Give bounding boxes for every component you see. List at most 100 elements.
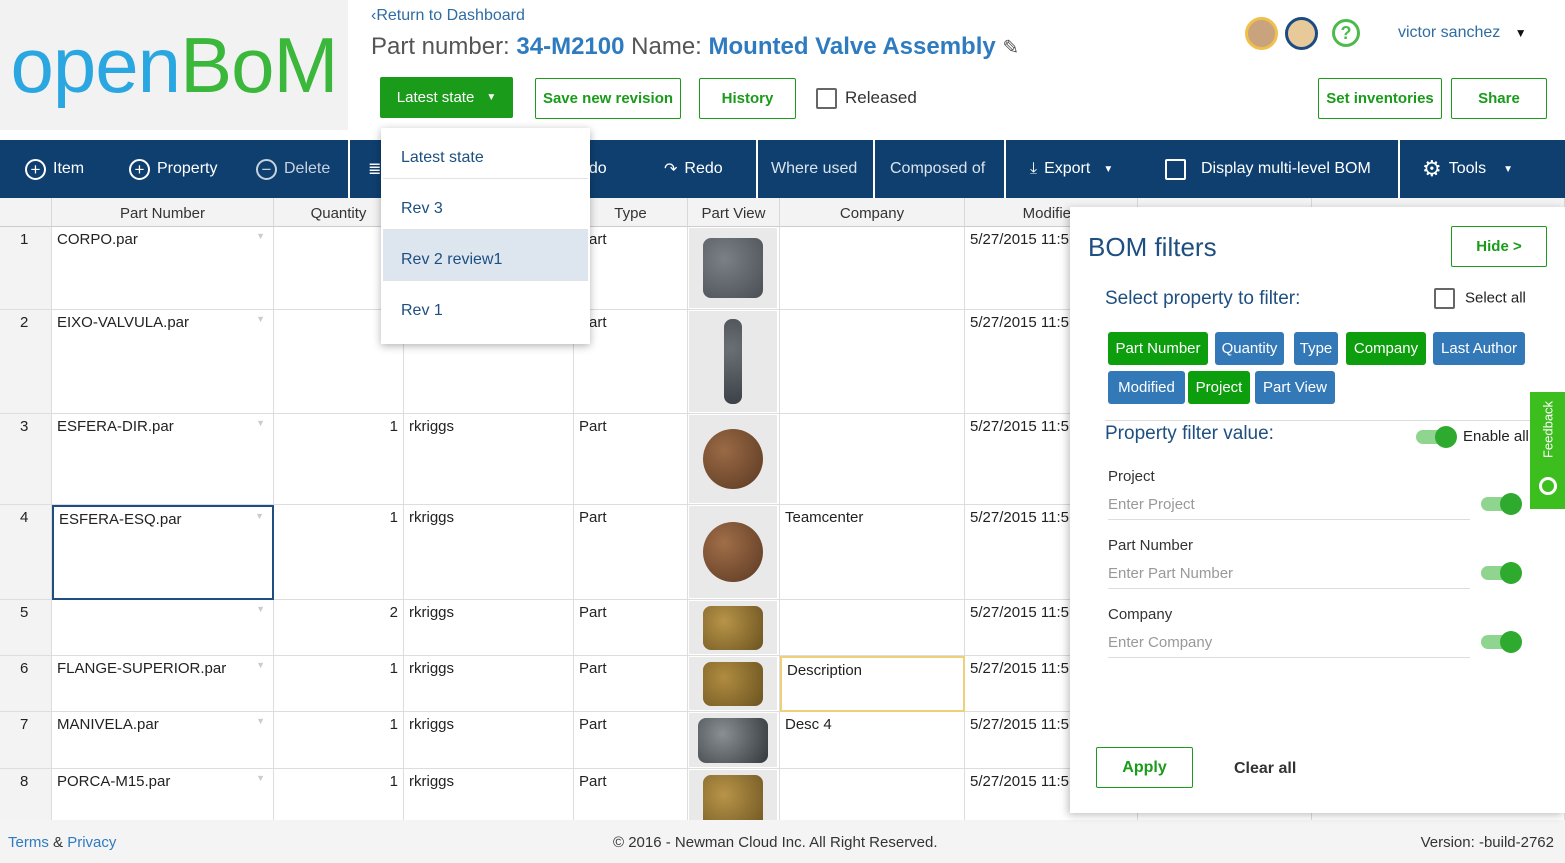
- dropdown-arrow-icon[interactable]: ▼: [255, 511, 264, 521]
- quantity-cell[interactable]: 1: [274, 414, 404, 505]
- menu-item-rev-3[interactable]: Rev 3: [383, 179, 588, 230]
- tools-button[interactable]: ⚙ Tools ▼: [1422, 140, 1513, 198]
- dropdown-arrow-icon[interactable]: ▼: [256, 716, 265, 726]
- last-author-cell[interactable]: rkriggs: [404, 769, 574, 820]
- filter-chip-type[interactable]: Type: [1294, 332, 1338, 365]
- part-number-cell[interactable]: CORPO.par ▼: [52, 227, 274, 310]
- last-author-cell[interactable]: rkriggs: [404, 712, 574, 769]
- type-cell[interactable]: Part: [574, 414, 688, 505]
- column-header-company[interactable]: Company: [780, 198, 965, 227]
- type-cell[interactable]: Part: [574, 310, 688, 414]
- where-used-button[interactable]: Where used: [771, 140, 857, 198]
- part-number-cell[interactable]: MANIVELA.par ▼: [52, 712, 274, 769]
- column-header-part-view[interactable]: Part View: [688, 198, 780, 227]
- type-cell[interactable]: Part: [574, 656, 688, 712]
- filter-chip-project[interactable]: Project: [1188, 371, 1250, 404]
- dropdown-arrow-icon[interactable]: ▼: [256, 418, 265, 428]
- type-cell[interactable]: Part: [574, 505, 688, 600]
- last-author-cell[interactable]: rkriggs: [404, 505, 574, 600]
- quantity-cell[interactable]: 1: [274, 769, 404, 820]
- dropdown-arrow-icon[interactable]: ▼: [256, 314, 265, 324]
- filter-chip-quantity[interactable]: Quantity: [1215, 332, 1284, 365]
- enable-all-toggle[interactable]: [1416, 426, 1457, 448]
- column-header-part-number[interactable]: Part Number: [52, 198, 274, 227]
- company-cell[interactable]: Teamcenter: [780, 505, 965, 600]
- multi-level-bom-checkbox[interactable]: Display multi-level BOM: [1165, 140, 1371, 198]
- type-cell[interactable]: Part: [574, 769, 688, 820]
- terms-link[interactable]: Terms: [8, 834, 49, 851]
- menu-item-rev-2-review1[interactable]: Rev 2 review1: [383, 230, 588, 281]
- part-number-cell[interactable]: FLANGE-SUPERIOR.par ▼: [52, 656, 274, 712]
- menu-item-rev-1[interactable]: Rev 1: [383, 281, 588, 332]
- last-author-cell[interactable]: rkriggs: [404, 656, 574, 712]
- composed-of-button[interactable]: Composed of: [890, 140, 985, 198]
- part-view-cell[interactable]: [688, 769, 780, 820]
- edit-pencil-icon[interactable]: ✎: [1002, 37, 1019, 59]
- part-number-cell[interactable]: EIXO-VALVULA.par ▼: [52, 310, 274, 414]
- dropdown-arrow-icon[interactable]: ▼: [256, 604, 265, 614]
- part-view-cell[interactable]: [688, 505, 780, 600]
- company-cell[interactable]: [780, 310, 965, 414]
- part-view-cell[interactable]: [688, 656, 780, 712]
- part-number-filter-toggle[interactable]: [1481, 562, 1522, 584]
- filter-chip-part-view[interactable]: Part View: [1255, 371, 1335, 404]
- type-cell[interactable]: Part: [574, 712, 688, 769]
- company-filter-input[interactable]: Enter Company: [1108, 634, 1470, 658]
- export-button[interactable]: ⤓ Export ▼: [1030, 140, 1113, 198]
- quantity-cell[interactable]: 2: [274, 600, 404, 656]
- avatar[interactable]: [1245, 17, 1278, 50]
- history-button[interactable]: History: [699, 78, 796, 119]
- privacy-link[interactable]: Privacy: [67, 834, 116, 851]
- help-icon[interactable]: ?: [1332, 19, 1360, 47]
- part-number-cell[interactable]: PORCA-M15.par ▼: [52, 769, 274, 820]
- company-cell[interactable]: [780, 769, 965, 820]
- project-filter-input[interactable]: Enter Project: [1108, 496, 1470, 520]
- part-number-cell[interactable]: ESFERA-ESQ.par ▼: [52, 505, 274, 600]
- share-button[interactable]: Share: [1451, 78, 1547, 119]
- user-menu[interactable]: victor sanchez ▼: [1398, 24, 1527, 42]
- dropdown-arrow-icon[interactable]: ▼: [256, 773, 265, 783]
- part-view-cell[interactable]: [688, 310, 780, 414]
- column-header-type[interactable]: Type: [574, 198, 688, 227]
- quantity-cell[interactable]: 1: [274, 712, 404, 769]
- dropdown-arrow-icon[interactable]: ▼: [256, 231, 265, 241]
- select-all-checkbox[interactable]: Select all: [1434, 288, 1526, 309]
- company-cell[interactable]: [780, 600, 965, 656]
- last-author-cell[interactable]: rkriggs: [404, 414, 574, 505]
- company-cell[interactable]: Description: [780, 656, 965, 712]
- add-property-button[interactable]: + Property: [129, 140, 217, 198]
- hide-button[interactable]: Hide >: [1451, 226, 1547, 267]
- apply-button[interactable]: Apply: [1096, 747, 1193, 788]
- save-new-revision-button[interactable]: Save new revision: [535, 78, 681, 119]
- state-dropdown[interactable]: Latest state ▼: [380, 77, 513, 118]
- part-view-cell[interactable]: [688, 712, 780, 769]
- filter-chip-part-number[interactable]: Part Number: [1108, 332, 1208, 365]
- filter-chip-last-author[interactable]: Last Author: [1433, 332, 1525, 365]
- project-filter-toggle[interactable]: [1481, 493, 1522, 515]
- type-cell[interactable]: Part: [574, 227, 688, 310]
- released-checkbox[interactable]: Released: [816, 88, 917, 110]
- filter-chip-modified[interactable]: Modified: [1108, 371, 1185, 404]
- dropdown-arrow-icon[interactable]: ▼: [256, 660, 265, 670]
- filter-chip-company[interactable]: Company: [1346, 332, 1426, 365]
- part-number-cell[interactable]: ESFERA-DIR.par ▼: [52, 414, 274, 505]
- company-cell[interactable]: [780, 227, 965, 310]
- feedback-tab[interactable]: Feedback: [1530, 392, 1565, 509]
- delete-button[interactable]: − Delete: [256, 140, 330, 198]
- company-cell[interactable]: Desc 4: [780, 712, 965, 769]
- part-number-filter-input[interactable]: Enter Part Number: [1108, 565, 1470, 589]
- menu-item-latest-state[interactable]: Latest state: [383, 128, 588, 179]
- return-to-dashboard-link[interactable]: ‹Return to Dashboard: [371, 7, 525, 25]
- part-view-cell[interactable]: [688, 227, 780, 310]
- quantity-cell[interactable]: 1: [274, 656, 404, 712]
- part-view-cell[interactable]: [688, 600, 780, 656]
- avatar[interactable]: [1285, 17, 1318, 50]
- company-cell[interactable]: [780, 414, 965, 505]
- redo-button[interactable]: ↷ Redo: [664, 140, 723, 198]
- type-cell[interactable]: Part: [574, 600, 688, 656]
- set-inventories-button[interactable]: Set inventories: [1318, 78, 1442, 119]
- add-item-button[interactable]: + Item: [25, 140, 84, 198]
- openbom-logo[interactable]: open BoM: [0, 0, 348, 130]
- part-number-cell[interactable]: ▼: [52, 600, 274, 656]
- part-view-cell[interactable]: [688, 414, 780, 505]
